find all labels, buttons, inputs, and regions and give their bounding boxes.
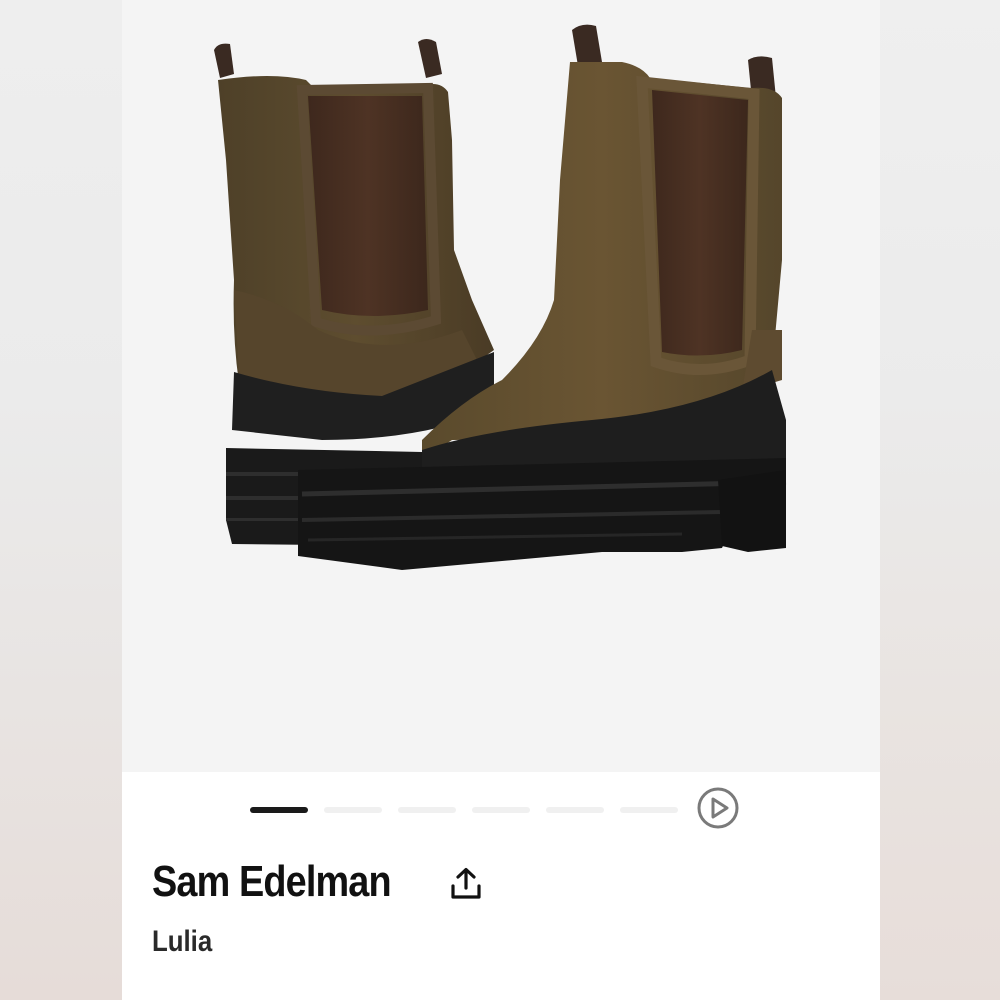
carousel-dot-3[interactable] xyxy=(398,807,456,813)
share-upload-icon xyxy=(451,867,481,899)
product-card: Sam Edelman Lulia xyxy=(122,0,880,1000)
left-blur-backdrop xyxy=(0,0,122,1000)
brand-name[interactable]: Sam Edelman xyxy=(152,857,392,907)
right-blur-backdrop xyxy=(880,0,1000,1000)
carousel-dot-5[interactable] xyxy=(546,807,604,813)
product-name: Lulia xyxy=(152,925,213,958)
play-video-button[interactable] xyxy=(696,786,740,830)
brand-row: Sam Edelman xyxy=(152,852,481,912)
carousel-dot-1[interactable] xyxy=(250,807,308,813)
product-image[interactable] xyxy=(122,0,880,772)
play-circle-icon xyxy=(697,787,739,829)
share-button[interactable] xyxy=(448,866,484,902)
carousel-dot-2[interactable] xyxy=(324,807,382,813)
page: Sam Edelman Lulia xyxy=(0,0,1000,1000)
carousel-dot-6[interactable] xyxy=(620,807,678,813)
carousel-dot-4[interactable] xyxy=(472,807,530,813)
image-carousel-indicator xyxy=(122,772,880,848)
boots-illustration xyxy=(214,24,787,570)
